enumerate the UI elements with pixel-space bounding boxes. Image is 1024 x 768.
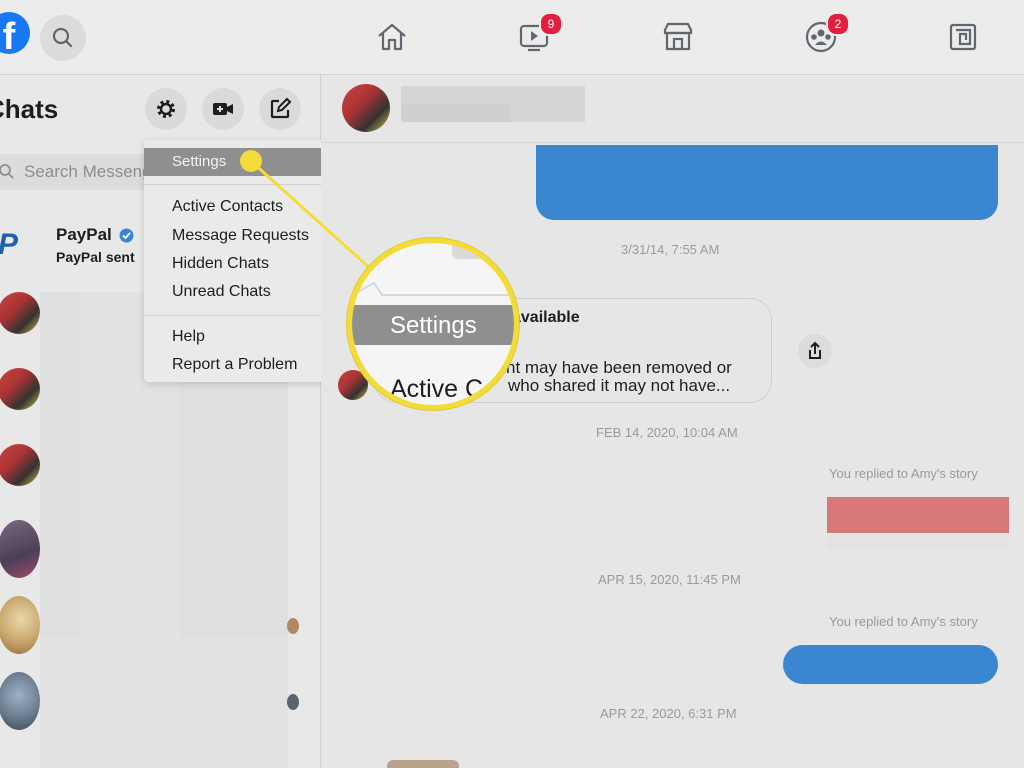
magnified-callout: Settings Active C: [347, 238, 519, 410]
magnified-settings-label: Settings: [390, 312, 477, 339]
callout-pointer-dot: [240, 150, 262, 172]
magnified-active-contacts-label: Active C: [390, 375, 484, 403]
